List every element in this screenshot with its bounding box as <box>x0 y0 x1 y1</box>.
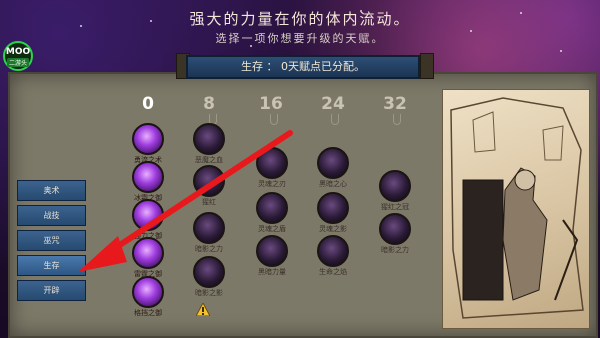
header-title: 强大的力量在你的体内流动。 <box>189 10 411 28</box>
tier-8: 8 <box>203 94 215 114</box>
category-button-hex[interactable]: 巫咒 <box>17 230 86 251</box>
logo-subtext: 二游头 <box>7 58 29 67</box>
talent-label: 猩红 <box>202 198 216 206</box>
talent-node[interactable] <box>256 147 288 179</box>
talent-label: 灵魂之盾 <box>258 225 286 233</box>
talent-node[interactable] <box>132 123 164 155</box>
talent-label: 灵魂之刃 <box>258 180 286 188</box>
tier-16: 16 <box>259 94 283 114</box>
tier-hook <box>393 114 401 125</box>
talent-node[interactable] <box>379 213 411 245</box>
talent-node[interactable] <box>132 276 164 308</box>
talent-node[interactable] <box>256 192 288 224</box>
talent-label: 猩红之冠 <box>381 203 409 211</box>
tier-hook <box>270 114 278 125</box>
tier-hook <box>331 114 339 125</box>
sketch-illustration <box>450 97 584 319</box>
talent-node[interactable] <box>132 199 164 231</box>
talent-node[interactable] <box>256 235 288 267</box>
category-button-arcane[interactable]: 奥术 <box>17 180 86 201</box>
talent-node[interactable] <box>317 235 349 267</box>
tier-24: 24 <box>321 94 345 114</box>
category-button-survival[interactable]: 生存 <box>17 255 86 276</box>
talent-node[interactable] <box>193 165 225 197</box>
talent-label: 生命之焰 <box>319 268 347 276</box>
category-button-combat[interactable]: 战技 <box>17 205 86 226</box>
talent-node[interactable] <box>132 237 164 269</box>
talent-label: 暗影之影 <box>195 289 223 297</box>
talent-node[interactable] <box>317 192 349 224</box>
talent-points-banner: 生存 ： 0天赋点已分配。 <box>186 55 420 79</box>
character-artwork <box>442 89 590 329</box>
talent-node[interactable] <box>193 123 225 155</box>
category-button-pioneer[interactable]: 开辟 <box>17 280 86 301</box>
header-subtitle: 选择一项你想要升级的天赋。 <box>215 32 385 45</box>
talent-label: 暗影之力 <box>195 245 223 253</box>
talent-label: 恶魔之血 <box>195 156 223 164</box>
warning-icon <box>196 303 210 316</box>
tier-0: 0 <box>142 94 154 114</box>
talent-node[interactable] <box>379 170 411 202</box>
talent-label: 黑暗力量 <box>258 268 286 276</box>
talent-node[interactable] <box>317 147 349 179</box>
talent-node[interactable] <box>193 256 225 288</box>
talent-label: 灵魂之影 <box>319 225 347 233</box>
talent-label: 暗影之力 <box>381 246 409 254</box>
talent-label: 格挡之御 <box>134 309 162 317</box>
talent-node[interactable] <box>132 161 164 193</box>
logo-text: MOO <box>5 47 31 57</box>
talent-node[interactable] <box>193 212 225 244</box>
tier-32: 32 <box>383 94 407 114</box>
talent-label: 黑暗之心 <box>319 180 347 188</box>
watermark-logo: MOO 二游头 <box>3 41 33 71</box>
banner-right-cap <box>420 53 434 79</box>
